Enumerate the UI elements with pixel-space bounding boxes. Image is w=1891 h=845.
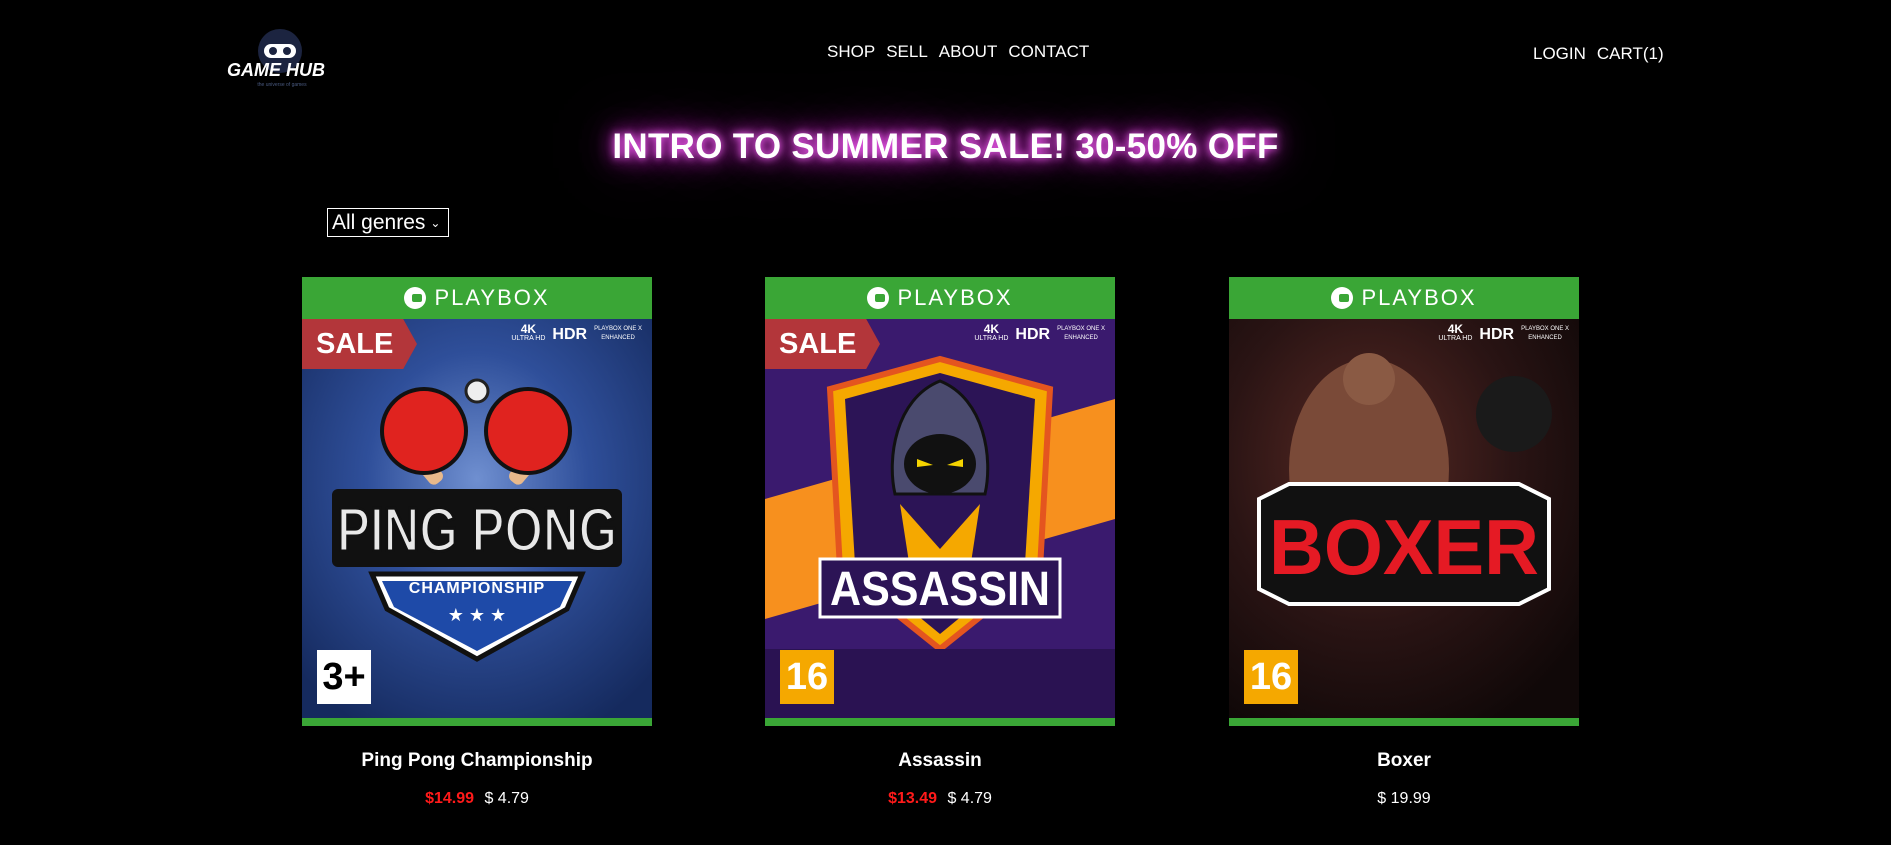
ball-icon bbox=[464, 378, 490, 404]
login-link[interactable]: LOGIN bbox=[1533, 44, 1586, 64]
nav-shop[interactable]: SHOP bbox=[827, 42, 875, 62]
boxing-glove-icon bbox=[1476, 376, 1552, 452]
nav-contact[interactable]: CONTACT bbox=[1008, 42, 1089, 62]
product-cover[interactable]: PLAYBOX PING PONG CHAMPIONSHIP ★ ★ ★ SAL… bbox=[302, 277, 652, 726]
site-logo[interactable]: GAME HUB the universe of games bbox=[226, 26, 326, 88]
svg-text:CHAMPIONSHIP: CHAMPIONSHIP bbox=[409, 580, 545, 597]
age-rating-badge: 3+ bbox=[317, 650, 371, 704]
cover-specs: 4K ULTRA HD HDR PLAYBOX ONE X ENHANCED bbox=[974, 322, 1105, 343]
original-price: $13.49 bbox=[888, 790, 937, 807]
product-title[interactable]: Ping Pong Championship bbox=[302, 750, 652, 772]
sale-badge: SALE bbox=[765, 319, 880, 369]
svg-text:★ ★ ★: ★ ★ ★ bbox=[448, 605, 506, 625]
nav-sell[interactable]: SELL bbox=[886, 42, 928, 62]
sale-banner: INTRO TO SUMMER SALE! 30-50% OFF bbox=[612, 127, 1279, 166]
product-title[interactable]: Assassin bbox=[765, 750, 1115, 772]
svg-text:BOXER: BOXER bbox=[1269, 503, 1539, 591]
product-cover[interactable]: PLAYBOX ASSASSIN SALE 4K ULTRA HD HDR PLA… bbox=[765, 277, 1115, 726]
cover-specs: 4K ULTRA HD HDR PLAYBOX ONE X ENHANCED bbox=[1438, 322, 1569, 343]
sale-price: $ 4.79 bbox=[484, 790, 529, 807]
sale-badge: SALE bbox=[302, 319, 417, 369]
platform-label: PLAYBOX bbox=[1361, 285, 1477, 310]
product-cover[interactable]: PLAYBOX BOXER 4K ULTRA HD HDR PLAYBOX ONE… bbox=[1229, 277, 1579, 726]
platform-bar: PLAYBOX bbox=[302, 277, 652, 319]
platform-bottom-bar bbox=[1229, 718, 1579, 726]
genre-select[interactable]: All genres ⌄ bbox=[327, 208, 449, 237]
platform-label: PLAYBOX bbox=[897, 285, 1013, 310]
sale-price: $ 4.79 bbox=[947, 790, 992, 807]
gamepad-icon bbox=[264, 44, 296, 58]
main-nav: SHOP SELL ABOUT CONTACT bbox=[827, 42, 1089, 62]
paddle-right-icon bbox=[484, 387, 572, 475]
svg-text:ASSASSIN: ASSASSIN bbox=[830, 563, 1050, 616]
logo-tagline: the universe of games bbox=[257, 82, 307, 88]
playbox-icon bbox=[867, 287, 890, 309]
product-price: $13.49 $ 4.79 bbox=[765, 790, 1115, 808]
product-card[interactable]: PLAYBOX PING PONG CHAMPIONSHIP ★ ★ ★ SAL… bbox=[302, 277, 652, 808]
age-rating-badge: 16 bbox=[780, 650, 834, 704]
cover-specs: 4K ULTRA HD HDR PLAYBOX ONE X ENHANCED bbox=[511, 322, 642, 343]
playbox-icon bbox=[1331, 287, 1354, 309]
account-nav: LOGIN CART(1) bbox=[1533, 44, 1664, 64]
genre-select-value: All genres bbox=[332, 210, 426, 234]
chevron-down-icon: ⌄ bbox=[430, 215, 441, 230]
platform-label: PLAYBOX bbox=[434, 285, 550, 310]
product-card[interactable]: PLAYBOX BOXER 4K ULTRA HD HDR PLAYBOX ONE… bbox=[1229, 277, 1579, 808]
nav-about[interactable]: ABOUT bbox=[939, 42, 998, 62]
platform-bottom-bar bbox=[302, 718, 652, 726]
svg-text:PING PONG: PING PONG bbox=[337, 496, 617, 565]
price: $ 19.99 bbox=[1377, 790, 1431, 807]
paddle-left-icon bbox=[380, 387, 468, 475]
product-price: $14.99 $ 4.79 bbox=[302, 790, 652, 808]
age-rating-badge: 16 bbox=[1244, 650, 1298, 704]
product-title[interactable]: Boxer bbox=[1229, 750, 1579, 772]
platform-bar: PLAYBOX bbox=[1229, 277, 1579, 319]
platform-bottom-bar bbox=[765, 718, 1115, 726]
product-price: $ 19.99 bbox=[1229, 790, 1579, 808]
product-card[interactable]: PLAYBOX ASSASSIN SALE 4K ULTRA HD HDR PLA… bbox=[765, 277, 1115, 808]
playbox-icon bbox=[404, 287, 427, 309]
original-price: $14.99 bbox=[425, 790, 474, 807]
platform-bar: PLAYBOX bbox=[765, 277, 1115, 319]
cart-link[interactable]: CART(1) bbox=[1597, 44, 1664, 64]
logo-text: GAME HUB bbox=[227, 60, 325, 80]
